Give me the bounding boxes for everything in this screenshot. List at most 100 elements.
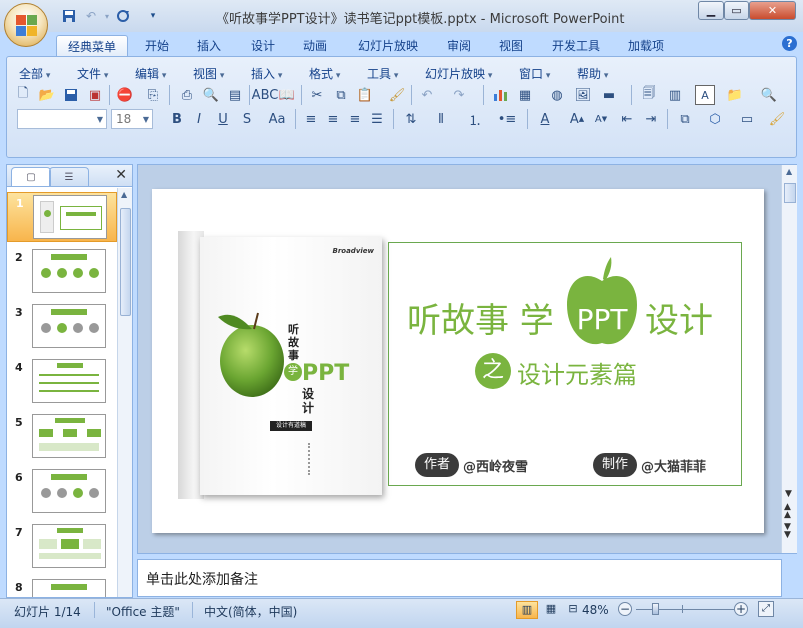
print-icon[interactable]: ⎙ — [177, 85, 197, 105]
decrease-indent-icon[interactable]: ⇤ — [617, 109, 637, 129]
text-direction-icon[interactable]: ⇅ — [401, 109, 421, 129]
paste-icon[interactable]: 📋 — [355, 85, 375, 105]
close-button[interactable]: ✕ — [749, 1, 796, 20]
new-slide-icon[interactable]: 🗐 — [639, 85, 659, 105]
notes-pane[interactable]: 单击此处添加备注 — [137, 559, 782, 597]
layout-icon[interactable]: ▥ — [665, 85, 685, 105]
justify-icon[interactable]: ☰ — [367, 109, 387, 129]
scroll-thumb[interactable] — [120, 208, 131, 316]
shadow-icon[interactable]: S — [237, 109, 257, 129]
fill-color-icon[interactable]: ▬ — [599, 85, 619, 105]
menu-tools[interactable]: 工具 — [367, 65, 398, 82]
attach-icon[interactable]: ⎘ — [143, 85, 163, 105]
slide-thumbnail[interactable]: 4 — [7, 357, 117, 407]
save-icon[interactable] — [61, 85, 81, 105]
align-left-icon[interactable]: ≡ — [301, 109, 321, 129]
bold-icon[interactable]: B — [167, 109, 187, 129]
menu-window[interactable]: 窗口 — [519, 65, 550, 82]
italic-icon[interactable]: I — [189, 109, 209, 129]
menu-slideshow[interactable]: 幻灯片放映 — [425, 65, 492, 82]
permission-icon[interactable]: ⛔ — [115, 85, 135, 105]
slide-thumbnail[interactable]: 3 — [7, 302, 117, 352]
menu-file[interactable]: 文件 — [77, 65, 108, 82]
cut-icon[interactable]: ✂ — [307, 85, 327, 105]
table-icon[interactable]: ▦ — [515, 85, 535, 105]
tab-outline[interactable]: ☰ — [49, 167, 89, 186]
next-slide-icon[interactable]: ▼ ▼ — [784, 523, 791, 540]
shape-fill-icon[interactable]: ▭ — [737, 109, 757, 129]
clipart-icon[interactable]: ◍ — [547, 85, 567, 105]
align-right-icon[interactable]: ≡ — [345, 109, 365, 129]
minimize-button[interactable]: ▁ — [698, 1, 724, 20]
customize-qat-icon[interactable]: ▾ — [144, 7, 162, 25]
zoom-slider-thumb[interactable] — [652, 603, 659, 615]
folder-icon[interactable]: 📁 — [725, 85, 745, 105]
grow-font-icon[interactable]: A ▲ — [567, 109, 587, 129]
new-file-icon[interactable]: 🗋 — [13, 85, 33, 105]
change-case-icon[interactable]: Aa — [263, 109, 291, 129]
print-preview-icon[interactable]: 🔍 — [201, 85, 221, 105]
menu-view[interactable]: 视图 — [193, 65, 224, 82]
close-panel-icon[interactable]: ✕ — [115, 167, 127, 183]
undo-icon[interactable]: ↶ — [417, 85, 437, 105]
arrange-icon[interactable]: ⧉ — [675, 109, 695, 129]
tab-slideshow[interactable]: 幻灯片放映 — [350, 35, 426, 56]
page-setup-icon[interactable]: ▤ — [225, 85, 245, 105]
shapes-icon[interactable]: ⬡ — [705, 109, 725, 129]
font-size-select[interactable]: 18 ▼ — [111, 109, 153, 129]
zoom-in-icon[interactable]: + — [734, 602, 748, 616]
slideshow-view-icon[interactable]: ⊟ — [562, 601, 584, 619]
slides-scrollbar[interactable]: ▲ — [117, 188, 132, 597]
research-icon[interactable]: 📖 — [277, 85, 297, 105]
quick-styles-icon[interactable]: 🖌 — [767, 109, 787, 129]
font-name-select[interactable]: ▼ — [17, 109, 107, 129]
open-folder-icon[interactable]: 📂 — [37, 85, 57, 105]
menu-all[interactable]: 全部 — [19, 65, 50, 82]
tab-home[interactable]: 开始 — [136, 35, 178, 56]
save-as-icon[interactable]: ▣ — [85, 85, 105, 105]
picture-icon[interactable]: 🖼 — [573, 85, 593, 105]
tab-insert[interactable]: 插入 — [188, 35, 230, 56]
slide-canvas[interactable]: Broadview 听故事 学 PPT 设计 设计有道稿 听故事 学 PPT 设… — [152, 189, 764, 533]
office-button[interactable] — [4, 3, 48, 47]
menu-help[interactable]: 帮助 — [577, 65, 608, 82]
numbering-icon[interactable]: ⒈ — [465, 109, 485, 129]
redo-icon[interactable] — [114, 7, 132, 25]
align-center-icon[interactable]: ≡ — [323, 109, 343, 129]
previous-slide-icon[interactable]: ▲ ▲ — [784, 503, 791, 520]
bullets-icon[interactable]: •≡ — [497, 109, 517, 129]
tab-addins[interactable]: 加载项 — [620, 35, 672, 56]
menu-insert[interactable]: 插入 — [251, 65, 282, 82]
zoom-level[interactable]: 48% — [582, 603, 609, 617]
maximize-button[interactable]: ▭ — [724, 1, 749, 20]
font-color-icon[interactable]: A — [535, 109, 555, 129]
textbox-icon[interactable]: A — [695, 85, 715, 105]
chart-icon[interactable] — [491, 85, 511, 105]
increase-indent-icon[interactable]: ⇥ — [641, 109, 661, 129]
scroll-down-icon[interactable]: ▼ — [785, 489, 792, 499]
slide-thumbnail[interactable]: 7 — [7, 522, 117, 572]
shrink-font-icon[interactable]: A ▼ — [591, 109, 611, 129]
language[interactable]: 中文(简体，中国) — [204, 603, 297, 620]
slide-thumbnail[interactable]: 2 — [7, 247, 117, 297]
tab-developer[interactable]: 开发工具 — [544, 35, 608, 56]
tab-review[interactable]: 审阅 — [438, 35, 480, 56]
tab-classic-menu[interactable]: 经典菜单 — [56, 35, 128, 56]
tab-slides[interactable]: ▢ — [11, 167, 51, 186]
save-icon[interactable] — [60, 7, 78, 25]
normal-view-icon[interactable]: ▥ — [516, 601, 538, 619]
slide-thumbnail[interactable]: 5 — [7, 412, 117, 462]
menu-format[interactable]: 格式 — [309, 65, 340, 82]
format-painter-icon[interactable]: 🖌 — [387, 85, 407, 105]
scroll-thumb[interactable] — [784, 183, 796, 203]
help-icon[interactable]: ? — [782, 36, 797, 51]
slide-thumbnail[interactable]: 8 — [7, 577, 117, 597]
spelling-icon[interactable]: ABC — [252, 85, 279, 105]
tab-view[interactable]: 视图 — [490, 35, 532, 56]
copy-icon[interactable]: ⧉ — [331, 85, 351, 105]
find-icon[interactable]: 🔍 — [759, 85, 779, 105]
tab-design[interactable]: 设计 — [242, 35, 284, 56]
zoom-slider-track[interactable] — [636, 609, 734, 610]
slide-scrollbar[interactable]: ▲ ▼ ▲ ▲ ▼ ▼ — [781, 165, 797, 553]
tab-animations[interactable]: 动画 — [294, 35, 336, 56]
